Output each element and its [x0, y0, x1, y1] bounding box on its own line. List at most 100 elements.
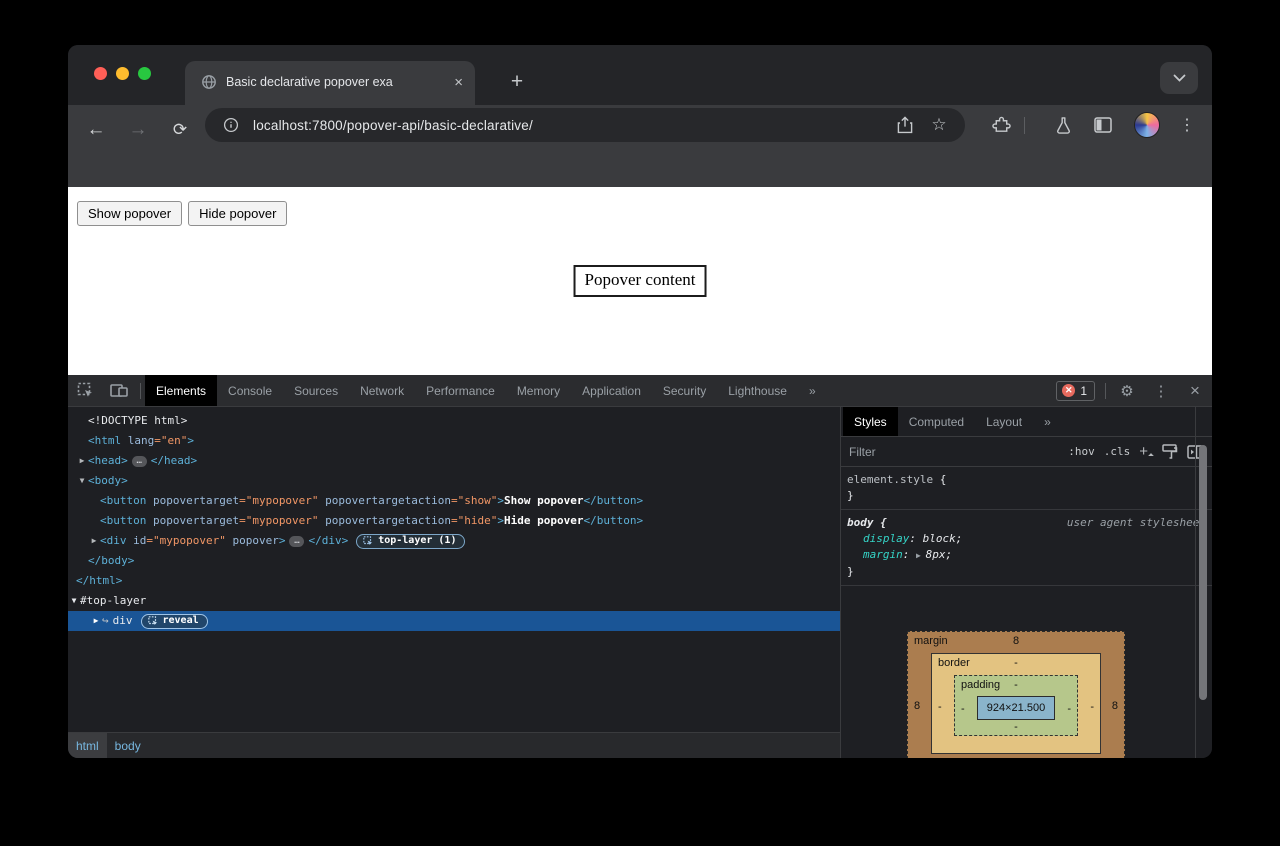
info-icon[interactable] — [219, 113, 243, 137]
traffic-lights — [94, 67, 151, 80]
browser-menu-icon[interactable]: ⋮ — [1170, 108, 1204, 142]
tree-row-top-layer[interactable]: ▼#top-layer — [68, 591, 840, 611]
devtools-panel: Elements Console Sources Network Perform… — [68, 375, 1212, 758]
extensions-icon[interactable] — [984, 108, 1018, 142]
top-layer-badge[interactable]: top-layer (1) — [356, 534, 465, 549]
tab-title: Basic declarative popover exa — [226, 75, 445, 89]
devtools-toolbar: Elements Console Sources Network Perform… — [68, 375, 1212, 407]
rule-body[interactable]: body {user agent stylesheet display: blo… — [841, 510, 1212, 586]
chevron-down-icon — [1173, 74, 1186, 82]
back-button[interactable]: ← — [80, 114, 112, 146]
tree-row-top-layer-div[interactable]: ▶↪divreveal — [68, 611, 840, 631]
tab-network[interactable]: Network — [349, 375, 415, 406]
globe-icon — [201, 74, 217, 90]
tree-row-body[interactable]: ▼<body> — [68, 471, 840, 491]
device-toolbar-icon[interactable] — [102, 375, 136, 406]
settings-gear-icon[interactable]: ⚙ — [1110, 375, 1144, 406]
new-tab-button[interactable]: + — [500, 65, 534, 99]
reveal-badge[interactable]: reveal — [141, 614, 208, 629]
inspect-badge-icon — [363, 536, 373, 546]
reload-button[interactable]: ⟳ — [164, 114, 196, 146]
tab-layout[interactable]: Layout — [975, 407, 1033, 436]
scrollbar-track — [1195, 407, 1196, 758]
tab-search-chevron-button[interactable] — [1160, 62, 1198, 94]
tree-row-button-show[interactable]: <button popovertarget="mypopover" popove… — [68, 491, 840, 511]
hide-popover-button[interactable]: Hide popover — [188, 201, 287, 226]
expand-arrow-icon[interactable]: ▶ — [916, 551, 926, 560]
tree-row-body-close[interactable]: </body> — [68, 551, 840, 571]
page-buttons: Show popover Hide popover — [77, 201, 287, 226]
browser-window: Basic declarative popover exa × + ← → ⟳ … — [68, 45, 1212, 758]
tab-console[interactable]: Console — [217, 375, 283, 406]
scrollbar-thumb[interactable] — [1199, 445, 1207, 700]
tab-security[interactable]: Security — [652, 375, 717, 406]
web-page: Show popover Hide popover Popover conten… — [68, 187, 1212, 375]
inspect-element-icon[interactable] — [68, 375, 102, 406]
css-property-margin[interactable]: margin: ▶ 8px; — [847, 547, 1206, 564]
tab-close-icon[interactable]: × — [454, 75, 463, 90]
ellipsis-button[interactable]: … — [132, 456, 147, 467]
flask-icon[interactable] — [1046, 108, 1080, 142]
maximize-window-button[interactable] — [138, 67, 151, 80]
tree-row-doctype[interactable]: <!DOCTYPE html> — [68, 411, 840, 431]
css-property-display[interactable]: display: block; — [847, 531, 1206, 547]
tab-computed[interactable]: Computed — [898, 407, 975, 436]
more-tabs-icon[interactable]: » — [798, 375, 826, 406]
inspect-badge-icon — [148, 616, 158, 626]
tab-application[interactable]: Application — [571, 375, 652, 406]
side-panel-icon[interactable] — [1086, 108, 1120, 142]
tab-performance[interactable]: Performance — [415, 375, 506, 406]
tab-lighthouse[interactable]: Lighthouse — [717, 375, 798, 406]
tree-row-html-close[interactable]: </html> — [68, 571, 840, 591]
tab-styles[interactable]: Styles — [843, 407, 898, 436]
devtools-main: <!DOCTYPE html> <html lang="en"> ▶<head>… — [68, 407, 1212, 758]
bookmark-star-icon[interactable]: ☆ — [927, 113, 951, 137]
browser-toolbar: ← → ⟳ localhost:7800/popover-api/basic-d… — [68, 105, 1212, 187]
tab-memory[interactable]: Memory — [506, 375, 571, 406]
minimize-window-button[interactable] — [116, 67, 129, 80]
tab-strip: Basic declarative popover exa × + — [68, 45, 1212, 105]
box-model-padding: padding - - - - 924×21.500 — [954, 675, 1078, 736]
toolbar-divider — [1105, 383, 1106, 399]
breadcrumb-body[interactable]: body — [107, 733, 149, 758]
pseudo-state-button[interactable]: :hov — [1068, 445, 1095, 458]
tree-row-html[interactable]: <html lang="en"> — [68, 431, 840, 451]
filter-input[interactable] — [849, 445, 1059, 459]
forward-button[interactable]: → — [122, 114, 154, 146]
more-sidebar-tabs-icon[interactable]: » — [1033, 407, 1061, 436]
error-icon: ✕ — [1062, 384, 1075, 397]
rendering-emulation-icon[interactable] — [1162, 444, 1178, 459]
new-style-rule-button[interactable]: + — [1139, 443, 1153, 460]
browser-tab[interactable]: Basic declarative popover exa × — [185, 61, 475, 105]
rule-element-style[interactable]: element.style { } — [841, 467, 1212, 510]
collapse-arrow-icon[interactable]: ▼ — [76, 471, 88, 491]
ellipsis-button[interactable]: … — [289, 536, 304, 547]
close-window-button[interactable] — [94, 67, 107, 80]
devtools-close-icon[interactable]: × — [1178, 375, 1212, 406]
avatar[interactable] — [1130, 108, 1164, 142]
popover-content: Popover content — [574, 265, 707, 297]
breadcrumb-html[interactable]: html — [68, 733, 107, 758]
tab-elements[interactable]: Elements — [145, 375, 217, 406]
expand-arrow-icon[interactable]: ▶ — [90, 611, 102, 631]
element-classes-button[interactable]: .cls — [1104, 445, 1131, 458]
box-model-diagram[interactable]: margin 8 8 8 border - - - padding - — [907, 631, 1125, 758]
stylesheet-origin: user agent stylesheet — [1067, 515, 1206, 531]
tree-row-button-hide[interactable]: <button popovertarget="mypopover" popove… — [68, 511, 840, 531]
collapse-arrow-icon[interactable]: ▼ — [68, 591, 80, 611]
expand-arrow-icon[interactable]: ▶ — [88, 531, 100, 551]
styles-filter-bar: :hov .cls + — [841, 437, 1212, 467]
address-bar[interactable]: localhost:7800/popover-api/basic-declara… — [205, 108, 965, 142]
styles-pane: Styles Computed Layout » :hov .cls + ele… — [840, 407, 1212, 758]
show-popover-button[interactable]: Show popover — [77, 201, 182, 226]
tree-row-div-mypopover[interactable]: ▶<div id="mypopover" popover>…</div>top-… — [68, 531, 840, 551]
box-model-content: 924×21.500 — [977, 696, 1055, 720]
expand-arrow-icon[interactable]: ▶ — [76, 451, 88, 471]
url-text[interactable]: localhost:7800/popover-api/basic-declara… — [253, 118, 883, 133]
box-model-margin: margin 8 8 8 border - - - padding - — [907, 631, 1125, 758]
share-icon[interactable] — [893, 113, 917, 137]
devtools-menu-icon[interactable]: ⋮ — [1144, 375, 1178, 406]
error-badge[interactable]: ✕ 1 — [1056, 381, 1095, 401]
tree-row-head[interactable]: ▶<head>…</head> — [68, 451, 840, 471]
tab-sources[interactable]: Sources — [283, 375, 349, 406]
